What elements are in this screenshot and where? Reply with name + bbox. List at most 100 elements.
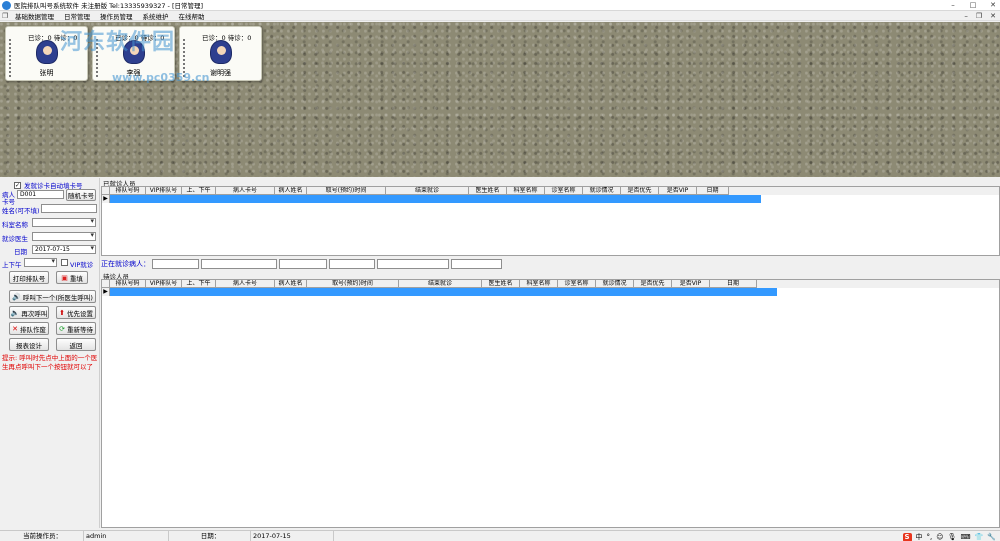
ampm-select[interactable] [24,258,57,267]
patient-name-input[interactable] [41,204,97,213]
auto-card-checkbox[interactable]: ✓ [14,181,21,189]
col-header[interactable]: VIP排队号 [146,280,182,288]
menu-system-maintenance[interactable]: 系统维护 [143,11,169,21]
statusbar: 当前操作员： admin 日期： 2017-07-15 S 中 °, ☺ 🎙 ⌨… [0,530,1000,541]
back-label: 返回 [69,341,83,350]
vip-label: VIP就诊 [70,261,94,269]
void-queue-button[interactable]: ✕ 排队作废 [9,322,49,335]
priority-label: 优先设置 [66,309,93,318]
card-number-input[interactable]: D001 [17,190,64,199]
close-button[interactable]: ✕ [988,1,998,10]
col-header[interactable]: 上、下午 [182,280,216,288]
col-header[interactable]: 排队号码 [110,187,146,195]
dept-select[interactable] [32,218,96,227]
ime-toolbar: S 中 °, ☺ 🎙 ⌨ 👕 🔧 [902,532,996,541]
table-row[interactable]: ▶ [102,195,999,203]
current-patient-label: 正在就诊病人： [101,260,150,268]
waiting-grid-header: 排队号码 VIP排队号 上、下午 病人卡号 病人姓名 取号(预约)时间 结束就诊… [102,280,999,288]
tools-icon[interactable]: 🔧 [987,533,996,541]
vip-checkbox[interactable] [61,259,68,266]
operator-label: 当前操作员： [0,531,84,541]
requeue-button[interactable]: ⟳ 重新等待 [56,322,96,335]
col-header[interactable]: 是否VIP [672,280,710,288]
chinese-mode-icon[interactable]: 中 [916,532,923,541]
col-header[interactable]: 病人姓名 [275,187,307,195]
menu-daily-management[interactable]: 日常管理 [64,11,90,21]
col-header[interactable]: 病人卡号 [216,280,275,288]
skin-icon[interactable]: 👕 [975,533,984,541]
col-header[interactable]: 上、下午 [182,187,216,195]
col-header[interactable]: 诊室名称 [558,280,596,288]
col-header[interactable]: VIP排队号 [146,187,182,195]
col-header[interactable]: 就诊情况 [596,280,634,288]
col-header[interactable]: 就诊情况 [583,187,621,195]
doctor-select[interactable] [32,232,96,241]
clear-button[interactable]: ▣ 重填 [56,271,88,284]
waiting-grid[interactable]: 排队号码 VIP排队号 上、下午 病人卡号 病人姓名 取号(预约)时间 结束就诊… [101,279,1000,528]
titlebar: 医院排队叫号系统软件 未注册版 Tel:13335939327 - [日常管理]… [0,0,1000,11]
void-queue-label: 排队作废 [19,325,46,334]
col-header[interactable]: 医生姓名 [469,187,507,195]
operator-value: admin [84,531,169,541]
col-header[interactable]: 取号(预约)时间 [307,187,386,195]
current-patient-field [152,259,199,269]
call-next-button[interactable]: 🔊 呼叫下一个(所医生呼叫) [9,290,96,303]
call-next-label: 呼叫下一个(所医生呼叫) [22,293,93,302]
current-patient-field [451,259,502,269]
doctor-avatar-icon [36,40,58,64]
report-design-label: 报表设计 [16,341,42,350]
selected-row[interactable] [110,195,761,203]
name-label: 姓名(可不填) [2,207,40,215]
ampm-label: 上下午 [2,261,22,269]
back-button[interactable]: 返回 [56,338,96,351]
col-header[interactable]: 科室名称 [507,187,545,195]
col-header[interactable]: 是否优先 [621,187,659,195]
date-picker[interactable]: 2017-07-15 [32,245,96,254]
seen-grid-header: 排队号码 VIP排队号 上、下午 病人卡号 病人姓名 取号(预约)时间 结束就诊… [102,187,999,195]
col-header[interactable]: 科室名称 [520,280,558,288]
print-queue-button[interactable]: 打印排队号 [9,271,49,284]
current-patient-field [377,259,449,269]
priority-button[interactable]: ⬆ 优先设置 [56,306,96,319]
punctuation-icon[interactable]: °, [927,533,933,541]
menu-basic-data[interactable]: 基础数据管理 [15,11,54,21]
col-header[interactable]: 病人卡号 [216,187,275,195]
random-card-button[interactable]: 随机卡号 [66,189,96,201]
doctor-label: 就诊医生 [2,235,28,243]
mdi-restore-button[interactable]: ❐ [976,11,982,21]
current-patient-bar: 正在就诊病人： [101,258,1000,270]
col-header[interactable]: 结束就诊 [399,280,482,288]
keyboard-icon[interactable]: ⌨ [960,533,970,541]
menubar: ❐ 基础数据管理 日常管理 操作员管理 系统维护 在线帮助 – ❐ ✕ [0,11,1000,21]
minimize-button[interactable]: – [948,1,958,10]
col-header[interactable]: 日期 [710,280,757,288]
recall-button[interactable]: 🔈 再次呼叫 [9,306,49,319]
watermark: 河东软件园 [60,30,176,55]
emoji-icon[interactable]: ☺ [936,533,943,541]
menu-operator-management[interactable]: 操作员管理 [100,11,133,21]
col-header[interactable]: 病人姓名 [275,280,307,288]
mdi-minimize-button[interactable]: – [964,11,968,21]
maximize-button[interactable]: □ [968,1,978,10]
date-label: 日期 [14,248,27,256]
selected-row[interactable] [110,288,777,296]
microphone-icon[interactable]: 🎙 [948,533,957,541]
seen-grid[interactable]: 排队号码 VIP排队号 上、下午 病人卡号 病人姓名 取号(预约)时间 结束就诊… [101,186,1000,256]
menu-online-help[interactable]: 在线帮助 [179,11,205,21]
col-header[interactable]: 诊室名称 [545,187,583,195]
col-header[interactable]: 医生姓名 [482,280,520,288]
mdi-close-button[interactable]: ✕ [990,11,996,21]
sogou-icon[interactable]: S [902,532,912,541]
col-header[interactable]: 取号(预约)时间 [307,280,399,288]
dept-label: 科室名称 [2,221,28,229]
table-row[interactable]: ▶ [102,288,999,296]
col-header[interactable]: 是否优先 [634,280,672,288]
document-icon: ❐ [2,11,9,20]
col-header[interactable]: 是否VIP [659,187,697,195]
col-header[interactable]: 结束就诊 [386,187,469,195]
speaker-icon: 🔈 [10,308,20,317]
window-controls: – □ ✕ [948,1,998,10]
col-header[interactable]: 日期 [697,187,729,195]
report-design-button[interactable]: 报表设计 [9,338,49,351]
col-header[interactable]: 排队号码 [110,280,146,288]
